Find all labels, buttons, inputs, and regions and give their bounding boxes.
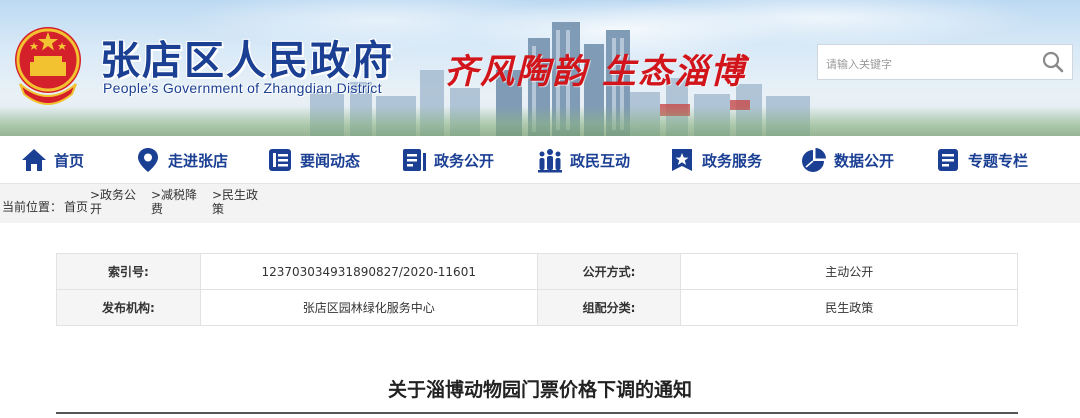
- pie-chart-icon: [802, 148, 826, 172]
- home-icon: [22, 149, 46, 171]
- public-method-value: 主动公开: [680, 253, 1018, 290]
- breadcrumb-link[interactable]: >减税降费: [151, 188, 203, 216]
- nav-item-news[interactable]: 要闻动态: [266, 144, 360, 176]
- topic-icon: [938, 149, 958, 171]
- nav-label: 政务公开: [434, 151, 495, 170]
- main-nav: 首页 走进张店 要闻动态 政务公开 政民互动 政务服务 数据公开 专题专栏: [0, 136, 1080, 184]
- breadcrumb: 当前位置： 首页 >政务公开 >减税降费 >民生政策: [0, 185, 1080, 223]
- nav-item-services[interactable]: 政务服务: [668, 144, 762, 176]
- nav-label: 走进张店: [168, 151, 229, 170]
- site-subtitle: People's Government of Zhangdian Distric…: [103, 80, 382, 96]
- search-icon[interactable]: [1040, 49, 1066, 75]
- breadcrumb-label: 当前位置：: [2, 200, 63, 214]
- location-pin-icon: [138, 148, 158, 172]
- category-value: 民生政策: [680, 289, 1018, 326]
- news-list-icon: [269, 149, 291, 171]
- index-no-value: 123703034931890827/2020-11601: [199, 253, 538, 290]
- search-input[interactable]: [826, 53, 1026, 75]
- nav-label: 政民互动: [570, 151, 631, 170]
- slogan-left: 齐风陶韵: [444, 52, 588, 92]
- slogan: 齐风陶韵 生态淄博: [444, 44, 746, 93]
- category-label: 组配分类:: [536, 289, 682, 326]
- nav-item-topics[interactable]: 专题专栏: [934, 144, 1028, 176]
- table-row: 索引号: 123703034931890827/2020-11601 公开方式:…: [56, 253, 1018, 290]
- nav-label: 专题专栏: [968, 151, 1029, 170]
- nav-label: 政务服务: [702, 151, 763, 170]
- publisher-label: 发布机构:: [56, 289, 201, 326]
- people-icon: [538, 149, 562, 173]
- nav-item-about[interactable]: 走进张店: [134, 144, 228, 176]
- nav-label: 数据公开: [834, 151, 895, 170]
- breadcrumb-home-link[interactable]: 首页: [64, 198, 88, 215]
- search-box: [817, 44, 1073, 80]
- table-row: 发布机构: 张店区园林绿化服务中心 组配分类: 民生政策: [56, 289, 1018, 326]
- nav-item-data-open[interactable]: 数据公开: [800, 144, 894, 176]
- article-content: 索引号: 123703034931890827/2020-11601 公开方式:…: [0, 223, 1080, 418]
- document-title: 关于淄博动物园门票价格下调的通知: [387, 379, 692, 401]
- header-banner: 张店区人民政府 People's Government of Zhangdian…: [0, 0, 1080, 136]
- nav-item-home[interactable]: 首页: [20, 144, 84, 176]
- nav-label: 首页: [54, 151, 85, 170]
- nav-label: 要闻动态: [300, 151, 361, 170]
- breadcrumb-link[interactable]: >政务公开: [90, 188, 142, 216]
- document-meta-table: 索引号: 123703034931890827/2020-11601 公开方式:…: [56, 253, 1018, 326]
- nav-item-gov-open[interactable]: 政务公开: [400, 144, 494, 176]
- document-icon: [403, 149, 426, 171]
- nav-item-interaction[interactable]: 政民互动: [536, 144, 630, 176]
- national-emblem-logo: [15, 27, 81, 105]
- breadcrumb-link[interactable]: >民生政策: [212, 188, 264, 216]
- star-badge-icon: [672, 149, 692, 171]
- tree-line: [0, 106, 1080, 136]
- public-method-label: 公开方式:: [536, 253, 682, 290]
- publisher-value: 张店区园林绿化服务中心: [199, 289, 538, 326]
- title-divider: [56, 412, 1018, 414]
- slogan-right: 生态淄博: [602, 52, 746, 92]
- site-title[interactable]: 张店区人民政府: [100, 28, 394, 86]
- index-no-label: 索引号:: [56, 253, 201, 290]
